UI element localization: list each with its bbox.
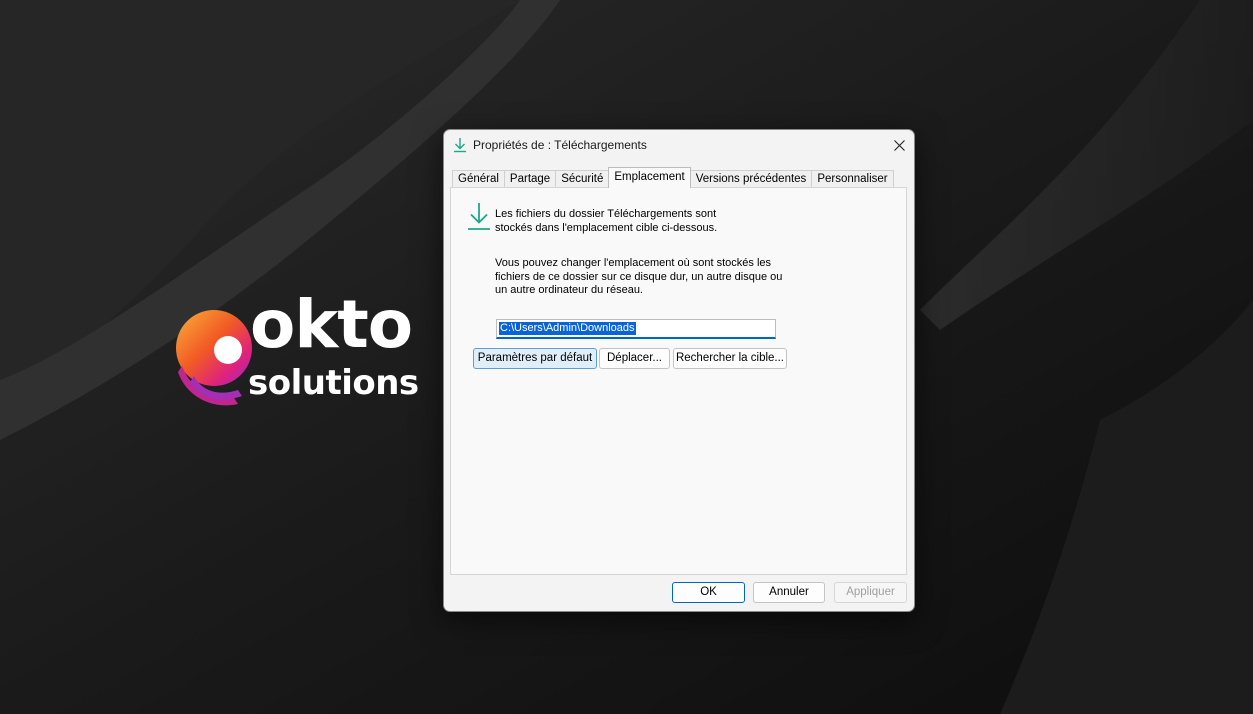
dialog-titlebar[interactable]: Propriétés de : Téléchargements: [444, 130, 914, 160]
tab-securite[interactable]: Sécurité: [555, 170, 610, 188]
dialog-title: Propriétés de : Téléchargements: [473, 138, 647, 152]
desc-line-3: un autre ordinateur du réseau.: [495, 284, 643, 296]
tab-emplacement[interactable]: Emplacement: [608, 167, 691, 188]
info-line-1: Les fichiers du dossier Téléchargements …: [495, 208, 717, 220]
info-text: Les fichiers du dossier Téléchargements …: [495, 207, 755, 235]
description-text: Vous pouvez changer l'emplacement où son…: [495, 257, 795, 298]
tab-partage[interactable]: Partage: [503, 170, 557, 188]
dialog-footer: OK Annuler Appliquer: [444, 573, 914, 611]
logo-okto-text: okto: [250, 286, 413, 363]
close-icon: [893, 139, 905, 151]
restore-default-button[interactable]: Paramètres par défaut: [473, 348, 597, 369]
move-button[interactable]: Déplacer...: [599, 348, 670, 369]
info-line-2: stockés dans l'emplacement cible ci-dess…: [495, 222, 718, 234]
close-button[interactable]: [884, 130, 914, 160]
location-path-input[interactable]: C:\Users\Admin\Downloads: [496, 319, 776, 339]
tab-general[interactable]: Général: [452, 170, 505, 188]
logo-solutions-text: solutions: [248, 363, 419, 403]
downloads-folder-icon: [468, 203, 490, 230]
properties-dialog: Propriétés de : Téléchargements Général …: [443, 129, 915, 612]
tab-strip: Général Partage Sécurité Emplacement Ver…: [452, 167, 894, 188]
download-arrow-icon: [454, 138, 466, 153]
desc-line-2: fichiers de ce dossier sur ce disque dur…: [495, 270, 783, 283]
ok-button[interactable]: OK: [672, 582, 745, 603]
octopus-logo-icon: [176, 310, 252, 406]
location-path-value: C:\Users\Admin\Downloads: [499, 322, 636, 335]
apply-button[interactable]: Appliquer: [834, 582, 907, 603]
cancel-button[interactable]: Annuler: [753, 582, 825, 603]
desc-line-1: Vous pouvez changer l'emplacement où son…: [495, 257, 772, 269]
okto-solutions-logo: okto solutions: [172, 292, 442, 410]
find-target-button[interactable]: Rechercher la cible...: [673, 348, 787, 369]
tab-panel-emplacement: Les fichiers du dossier Téléchargements …: [450, 187, 907, 575]
tab-personnaliser[interactable]: Personnaliser: [811, 170, 894, 188]
tab-versions-precedentes[interactable]: Versions précédentes: [689, 170, 813, 188]
